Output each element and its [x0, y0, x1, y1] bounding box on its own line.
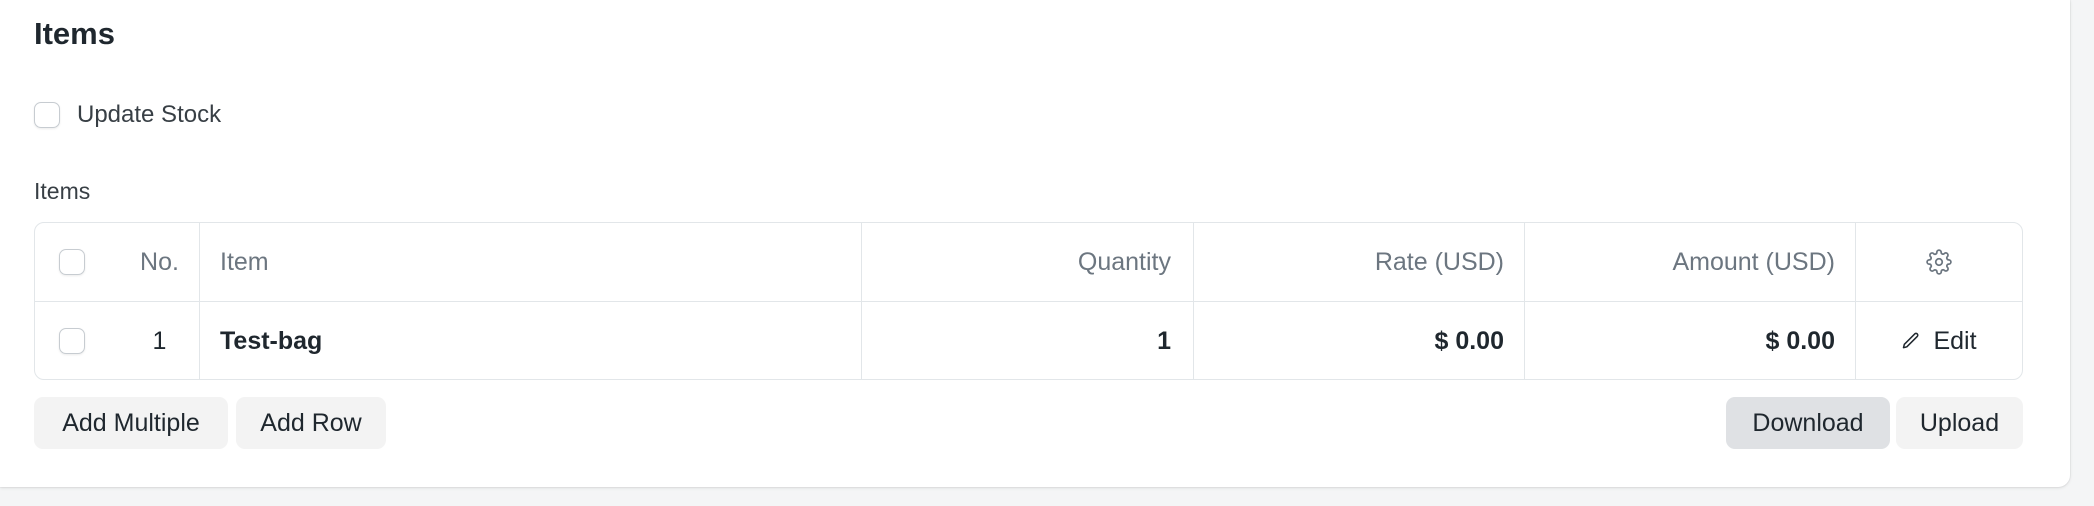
row-rate[interactable]: $ 0.00 — [1193, 302, 1524, 379]
section-title: Items — [34, 16, 115, 51]
row-select-cell — [35, 302, 85, 379]
edit-row-label: Edit — [1933, 326, 1977, 355]
row-select-checkbox[interactable] — [59, 328, 85, 354]
pencil-icon — [1903, 332, 1919, 349]
edit-row-button[interactable]: Edit — [1901, 326, 1977, 356]
row-edit-cell: Edit — [1855, 302, 2022, 379]
column-header-quantity: Quantity — [861, 223, 1191, 301]
column-header-item: Item — [199, 223, 897, 301]
add-multiple-button[interactable]: Add Multiple — [34, 397, 228, 449]
update-stock-label: Update Stock — [77, 101, 222, 128]
select-all-checkbox[interactable] — [59, 249, 85, 275]
row-quantity[interactable]: 1 — [861, 302, 1191, 379]
update-stock-field[interactable]: Update Stock — [34, 101, 221, 129]
gear-icon[interactable] — [1926, 249, 1952, 275]
row-amount: $ 0.00 — [1524, 302, 1855, 379]
table-header-row: No. Item Quantity Rate (USD) Amount (USD… — [35, 223, 2022, 302]
items-section-card: Items Update Stock Items No. Item Quanti… — [0, 0, 2070, 487]
add-row-button[interactable]: Add Row — [236, 397, 386, 449]
table-row[interactable]: 1 Test-bag 1 $ 0.00 $ 0.00 Edit — [35, 302, 2022, 379]
upload-button[interactable]: Upload — [1896, 397, 2023, 449]
update-stock-checkbox[interactable] — [34, 102, 60, 128]
items-table-label: Items — [34, 178, 91, 204]
header-select-cell — [35, 223, 85, 301]
download-button[interactable]: Download — [1726, 397, 1890, 449]
row-item[interactable]: Test-bag — [199, 302, 897, 379]
column-header-rate: Rate (USD) — [1193, 223, 1524, 301]
column-header-amount: Amount (USD) — [1524, 223, 1855, 301]
items-table: No. Item Quantity Rate (USD) Amount (USD… — [34, 222, 2023, 380]
column-settings-cell — [1855, 223, 2022, 301]
